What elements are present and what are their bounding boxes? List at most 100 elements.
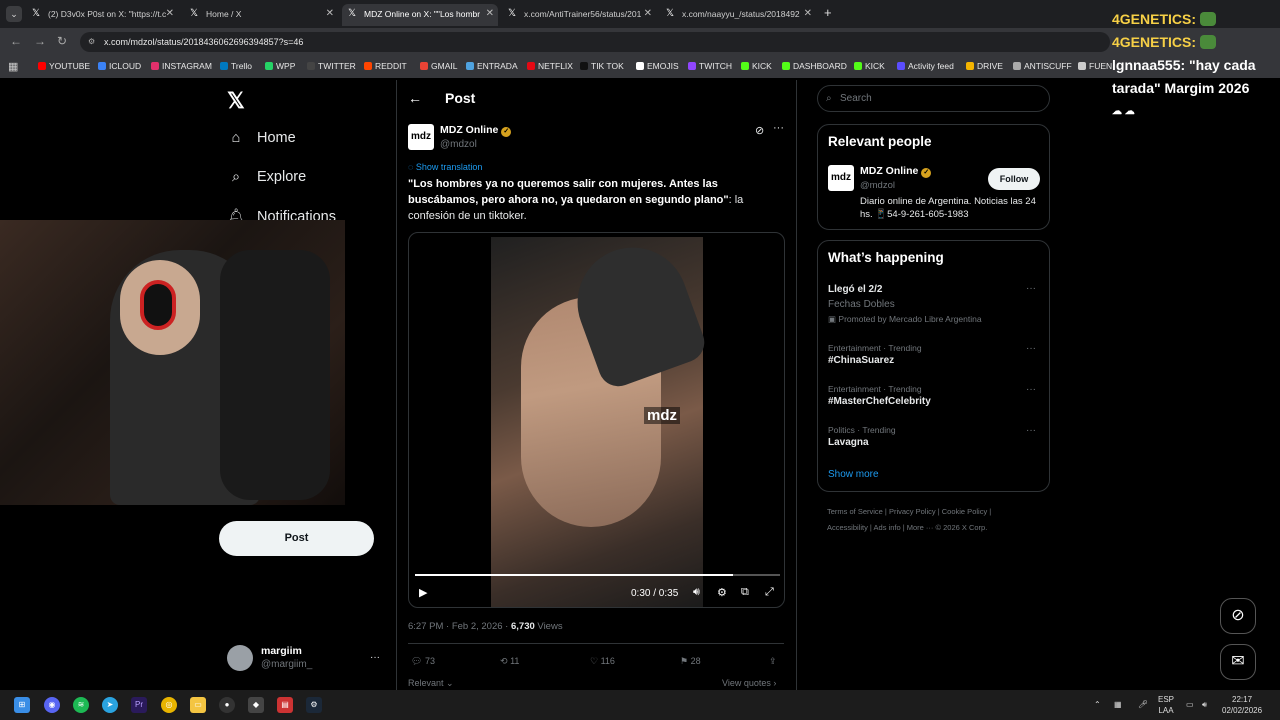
new-tab-button[interactable]: + <box>824 5 832 20</box>
back-arrow-icon[interactable]: ← <box>408 90 422 106</box>
reply-button[interactable]: 💬︎ 73 <box>411 656 435 667</box>
tab-list-menu-icon[interactable]: ⌄ <box>6 6 22 22</box>
messages-float-button[interactable]: ✉ <box>1220 644 1256 680</box>
telegram-icon[interactable]: ➤ <box>102 697 118 713</box>
video-progress-bar[interactable] <box>415 574 780 576</box>
network-icon[interactable]: ▭ <box>1186 699 1194 710</box>
tab-3-active[interactable]: 𝕏 MDZ Online on X: ""Los hombr ✕ <box>342 4 498 26</box>
back-icon[interactable]: ← <box>10 34 22 48</box>
bookmark-item[interactable]: EMOJIS <box>636 61 679 71</box>
volume-icon[interactable]: 🔊︎ <box>1202 699 1207 710</box>
app-icon[interactable]: ◆ <box>248 697 264 713</box>
bookmark-item[interactable]: ANTISCUFF <box>1013 61 1072 71</box>
bookmark-item[interactable]: Activity feed <box>897 61 954 71</box>
repost-button[interactable]: ⟲ 11 <box>500 656 519 667</box>
sort-dropdown[interactable]: Relevant ⌄ <box>408 678 454 689</box>
bookmark-item[interactable]: DRIVE <box>966 61 1003 71</box>
post-more-icon[interactable]: ··· <box>773 122 784 134</box>
bookmark-item[interactable]: KICK <box>741 61 772 71</box>
spotify-icon[interactable]: ≋ <box>73 697 89 713</box>
clock[interactable]: 22:17 02/02/2026 <box>1222 694 1262 716</box>
show-more-link[interactable]: Show more <box>828 469 879 480</box>
bookmark-item[interactable]: TWITTER <box>307 61 356 71</box>
volume-icon[interactable]: 🔊︎ <box>693 586 700 599</box>
close-tab-icon[interactable]: ✕ <box>644 4 652 24</box>
nav-home[interactable]: ⌂ Home <box>227 130 296 146</box>
site-info-icon[interactable]: ⚙ <box>88 32 95 52</box>
tab-2[interactable]: 𝕏 Home / X ✕ <box>184 4 338 26</box>
bookmark-item[interactable]: YOUTUBE <box>38 61 90 71</box>
settings-gear-icon[interactable]: ⚙ <box>717 586 727 599</box>
trend-more-icon[interactable]: ··· <box>1026 343 1036 354</box>
tab-1[interactable]: 𝕏 (2) D3v0x P0st on X: "https://t.c ✕ <box>26 4 178 26</box>
steam-icon[interactable]: ⚙ <box>306 697 322 713</box>
bookmark-item[interactable]: KICK <box>854 61 885 71</box>
footer-links-2[interactable]: Accessibility | Ads info | More ··· © 20… <box>827 523 987 532</box>
bookmark-button[interactable]: ⚑ 28 <box>680 656 701 667</box>
trend-title[interactable]: Lavagna <box>828 437 869 448</box>
post-button[interactable]: Post <box>219 521 374 556</box>
file-explorer-icon[interactable]: ▭ <box>190 697 206 713</box>
video-player[interactable]: mdz ▶ 0:30 / 0:35 🔊︎ ⚙ ⧉ ⤢ <box>408 232 785 608</box>
person-avatar[interactable]: mdz <box>828 165 854 191</box>
author-avatar[interactable]: mdz <box>408 124 434 150</box>
tab-4[interactable]: 𝕏 x.com/AntiTrainer56/status/201 ✕ <box>502 4 656 26</box>
trend-more-icon[interactable]: ··· <box>1026 283 1036 294</box>
fullscreen-icon[interactable]: ⤢ <box>765 586 774 599</box>
bookmark-item[interactable]: ENTRADA <box>466 61 518 71</box>
tray-chevron-icon[interactable]: ⌃ <box>1094 699 1101 710</box>
account-menu-icon[interactable]: ··· <box>370 652 380 663</box>
pip-icon[interactable]: ⧉ <box>741 586 749 599</box>
chrome-icon[interactable]: ◎ <box>161 697 177 713</box>
tab-5[interactable]: 𝕏 x.com/naayyu_/status/2018492 ✕ <box>660 4 816 26</box>
language-indicator[interactable]: ESP LAA <box>1158 694 1174 716</box>
avatar[interactable] <box>227 645 253 671</box>
close-tab-icon[interactable]: ✕ <box>804 4 812 24</box>
trend-more-icon[interactable]: ··· <box>1026 384 1036 395</box>
trend-more-icon[interactable]: ··· <box>1026 425 1036 436</box>
post-timestamp[interactable]: 6:27 PM · Feb 2, 2026 · <box>408 621 511 632</box>
bookmark-item[interactable]: NETFLIX <box>527 61 573 71</box>
grok-icon[interactable]: ⊘ <box>755 124 764 137</box>
bookmark-item[interactable]: TWITCH <box>688 61 732 71</box>
bookmark-item[interactable]: WPP <box>265 61 295 71</box>
play-icon[interactable]: ▶ <box>419 586 427 599</box>
premiere-icon[interactable]: Pr <box>131 697 147 713</box>
view-quotes-link[interactable]: View quotes › <box>722 678 776 688</box>
grok-float-button[interactable]: ⊘ <box>1220 598 1256 634</box>
follow-button[interactable]: Follow <box>988 168 1040 190</box>
app-icon[interactable]: ▤ <box>277 697 293 713</box>
x-logo-icon[interactable]: 𝕏 <box>227 88 245 114</box>
bookmark-item[interactable]: DASHBOARD <box>782 61 847 71</box>
person-name-row[interactable]: MDZ Online ✓ <box>860 165 932 178</box>
close-tab-icon[interactable]: ✕ <box>166 4 174 24</box>
author-name-row[interactable]: MDZ Online ✓ <box>440 124 512 137</box>
trend-title[interactable]: #MasterChefCelebrity <box>828 396 931 407</box>
trend-title[interactable]: Llegó el 2/2 <box>828 284 882 295</box>
bookmark-item[interactable]: REDDIT <box>364 61 407 71</box>
bookmark-item[interactable]: ICLOUD <box>98 61 141 71</box>
apps-grid-icon[interactable]: ▦ <box>8 60 18 73</box>
url-input[interactable]: ⚙ x.com/mdzol/status/2018436062696394857… <box>80 32 1110 52</box>
bookmark-item[interactable]: GMAIL <box>420 61 457 71</box>
microphone-icon[interactable]: 🎤︎ <box>1138 699 1148 710</box>
tray-app-icon[interactable]: ▦ <box>1114 699 1122 710</box>
obs-icon[interactable]: ● <box>219 697 235 713</box>
trend-title[interactable]: #ChinaSuarez <box>828 355 894 366</box>
search-input[interactable]: ⌕ Search <box>817 85 1050 112</box>
close-tab-icon[interactable]: ✕ <box>486 4 494 24</box>
bookmark-item[interactable]: FUEN <box>1078 61 1112 71</box>
footer-links-1[interactable]: Terms of Service | Privacy Policy | Cook… <box>827 507 991 516</box>
reload-icon[interactable]: ↻ <box>57 34 67 48</box>
discord-icon[interactable]: ◉ <box>44 697 60 713</box>
share-icon[interactable]: ⇪ <box>769 656 777 667</box>
windows-start-icon[interactable]: ⊞ <box>14 697 30 713</box>
close-tab-icon[interactable]: ✕ <box>326 4 334 24</box>
bookmark-item[interactable]: TIK TOK <box>580 61 624 71</box>
like-button[interactable]: ♡ 116 <box>590 656 615 667</box>
nav-explore[interactable]: ⌕ Explore <box>227 169 306 185</box>
bookmark-item[interactable]: Trello <box>220 61 252 71</box>
show-translation-link[interactable]: ◌ Show translation <box>408 162 482 172</box>
bookmark-item[interactable]: INSTAGRAM <box>151 61 212 71</box>
forward-icon[interactable]: → <box>34 34 46 48</box>
